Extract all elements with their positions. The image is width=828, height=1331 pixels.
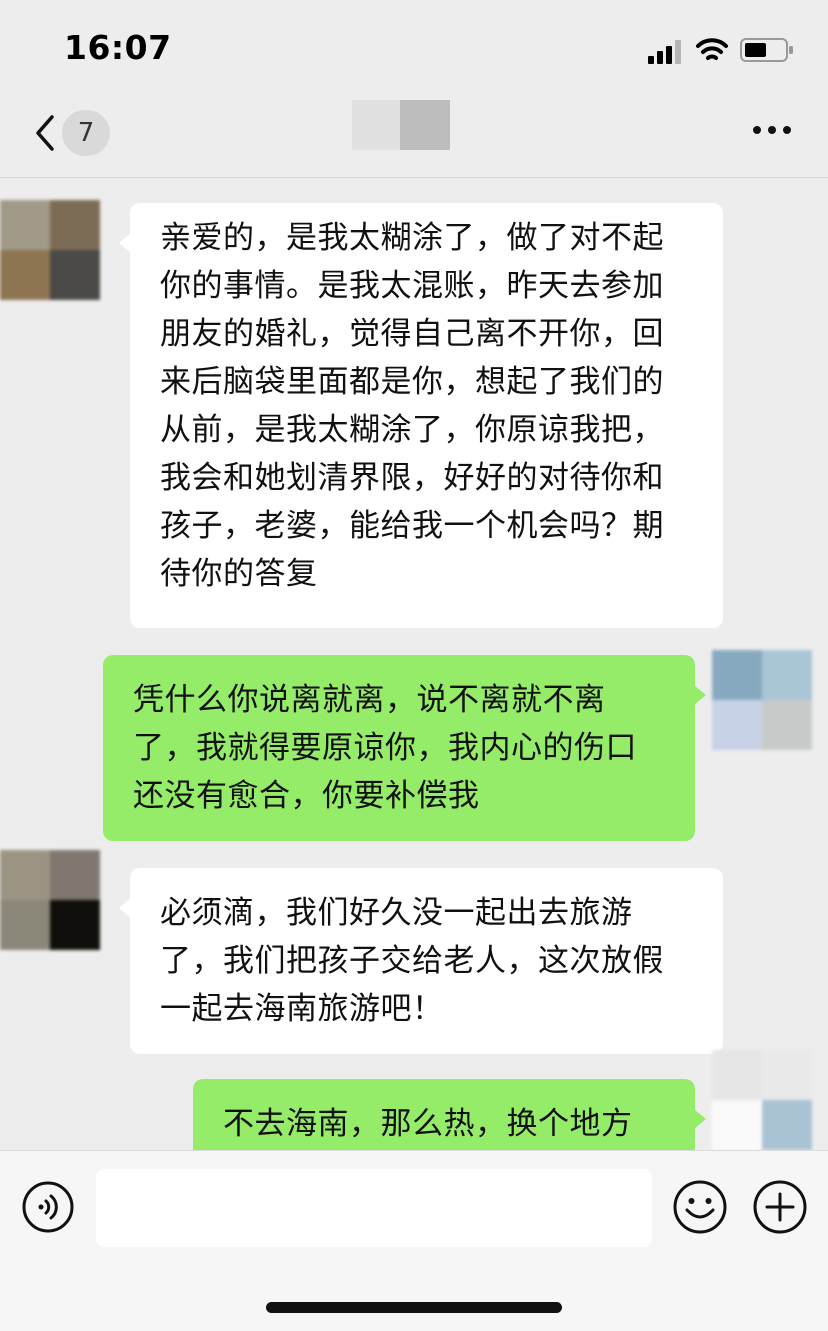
message-bubble-outgoing[interactable]: 凭什么你说离就离，说不离就不离了，我就得要原谅你，我内心的伤口还没有愈合，你要补… [103,655,706,841]
back-button[interactable] [30,113,60,153]
emoji-button[interactable] [672,1179,728,1235]
my-avatar[interactable] [712,1050,812,1150]
contact-name-redacted [352,100,450,150]
message-list[interactable]: 亲爱的，是我太糊涂了，做了对不起你的事情。是我太混账，昨天去参加朋友的婚礼，觉得… [0,178,828,1150]
plus-button[interactable] [752,1179,808,1235]
message-text: 凭什么你说离就离，说不离就不离了，我就得要原谅你，我内心的伤口还没有愈合，你要补… [133,682,637,814]
more-options-button[interactable] [752,120,792,140]
message-bubble-incoming[interactable]: 亲爱的，是我太糊涂了，做了对不起你的事情。是我太混账，昨天去参加朋友的婚礼，觉得… [119,203,723,628]
wifi-icon [696,38,728,60]
my-avatar[interactable] [712,650,812,750]
home-indicator [266,1302,562,1313]
message-input[interactable] [96,1169,652,1247]
status-time: 16:07 [64,28,172,67]
message-text: 亲爱的，是我太糊涂了，做了对不起你的事情。是我太混账，昨天去参加朋友的婚礼，觉得… [160,220,664,592]
cellular-signal-icon [648,40,681,64]
message-text: 不去海南，那么热，换个地方 [223,1106,633,1142]
unread-count-badge[interactable]: 7 [62,110,110,156]
message-bubble-outgoing[interactable]: 不去海南，那么热，换个地方 [193,1079,706,1150]
voice-input-button[interactable] [22,1181,74,1233]
message-bubble-incoming[interactable]: 必须滴，我们好久没一起出去旅游了，我们把孩子交给老人，这次放假一起去海南旅游吧！ [119,868,723,1054]
status-bar: 16:07 [0,0,828,95]
battery-icon [740,38,793,62]
contact-avatar[interactable] [0,200,100,300]
message-text: 必须滴，我们好久没一起出去旅游了，我们把孩子交给老人，这次放假一起去海南旅游吧！ [160,895,664,1027]
contact-avatar[interactable] [0,850,100,950]
